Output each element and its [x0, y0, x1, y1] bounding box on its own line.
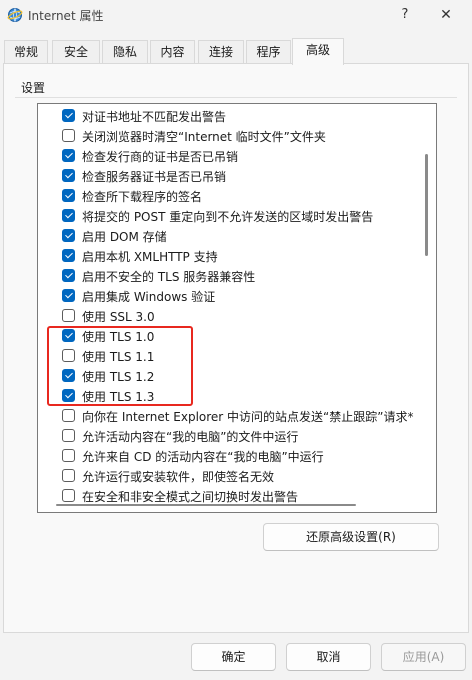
setting-label: 允许来自 CD 的活动内容在“我的电脑”中运行: [82, 450, 324, 464]
cancel-button[interactable]: 取消: [286, 643, 371, 671]
checkbox-checked[interactable]: [62, 289, 75, 302]
setting-row[interactable]: 使用 SSL 3.0: [38, 306, 422, 326]
tab-advanced[interactable]: 高级: [292, 38, 344, 65]
checkbox-checked[interactable]: [62, 189, 75, 202]
setting-label: 允许运行或安装软件，即使签名无效: [82, 470, 275, 484]
checkbox-checked[interactable]: [62, 169, 75, 182]
checkbox-checked[interactable]: [62, 149, 75, 162]
restore-advanced-settings-button[interactable]: 还原高级设置(R): [263, 523, 439, 551]
setting-row[interactable]: 启用 DOM 存储: [38, 226, 422, 246]
checkbox-unchecked[interactable]: [62, 309, 75, 322]
setting-label: 使用 SSL 3.0: [82, 310, 155, 324]
setting-label: 关闭浏览器时清空“Internet 临时文件”文件夹: [82, 130, 326, 144]
setting-row[interactable]: 允许来自 CD 的活动内容在“我的电脑”中运行: [38, 446, 422, 466]
horizontal-scrollbar[interactable]: [56, 504, 356, 506]
checkbox-unchecked[interactable]: [62, 449, 75, 462]
setting-row[interactable]: 启用集成 Windows 验证: [38, 286, 422, 306]
tab-privacy[interactable]: 隐私: [102, 40, 148, 63]
setting-label: 检查发行商的证书是否已吊销: [82, 150, 239, 164]
group-divider: [15, 97, 457, 98]
setting-row[interactable]: 检查发行商的证书是否已吊销: [38, 146, 422, 166]
tab-content[interactable]: 内容: [150, 40, 195, 63]
setting-label: 启用 DOM 存储: [82, 230, 167, 244]
setting-row[interactable]: 启用不安全的 TLS 服务器兼容性: [38, 266, 422, 286]
checkbox-checked[interactable]: [62, 269, 75, 282]
setting-label: 检查所下载程序的签名: [82, 190, 203, 204]
setting-row[interactable]: 向你在 Internet Explorer 中访问的站点发送“禁止跟踪”请求*: [38, 406, 422, 426]
checkbox-checked[interactable]: [62, 109, 75, 122]
setting-row[interactable]: 检查所下载程序的签名: [38, 186, 422, 206]
setting-row[interactable]: 将提交的 POST 重定向到不允许发送的区域时发出警告: [38, 206, 422, 226]
checkbox-unchecked[interactable]: [62, 429, 75, 442]
checkbox-unchecked[interactable]: [62, 129, 75, 142]
internet-globe-icon: [7, 8, 23, 22]
setting-label: 启用本机 XMLHTTP 支持: [82, 250, 218, 264]
tab-security[interactable]: 安全: [52, 40, 100, 63]
checkbox-unchecked[interactable]: [62, 469, 75, 482]
checkbox-checked[interactable]: [62, 209, 75, 222]
title-bar: Internet 属性 ? ✕: [0, 0, 472, 32]
settings-group-label: 设置: [21, 81, 46, 95]
close-button[interactable]: ✕: [433, 4, 459, 26]
tab-strip: 常规 安全 隐私 内容 连接 程序 高级: [0, 38, 472, 65]
vertical-scrollbar[interactable]: [425, 154, 428, 256]
window-title: Internet 属性: [28, 9, 104, 23]
setting-row[interactable]: 检查服务器证书是否已吊销: [38, 166, 422, 186]
help-button[interactable]: ?: [392, 4, 418, 26]
checkbox-unchecked[interactable]: [62, 409, 75, 422]
setting-row[interactable]: 对证书地址不匹配发出警告: [38, 106, 422, 126]
setting-label: 将提交的 POST 重定向到不允许发送的区域时发出警告: [82, 210, 374, 224]
setting-label: 启用集成 Windows 验证: [82, 290, 216, 304]
setting-row[interactable]: 关闭浏览器时清空“Internet 临时文件”文件夹: [38, 126, 422, 146]
tab-connections[interactable]: 连接: [198, 40, 244, 63]
setting-label: 在安全和非安全模式之间切换时发出警告: [82, 490, 299, 504]
setting-label: 允许活动内容在“我的电脑”的文件中运行: [82, 430, 299, 444]
setting-label: 对证书地址不匹配发出警告: [82, 110, 227, 124]
setting-label: 启用不安全的 TLS 服务器兼容性: [82, 270, 256, 284]
checkbox-unchecked[interactable]: [62, 489, 75, 502]
setting-label: 检查服务器证书是否已吊销: [82, 170, 227, 184]
setting-row[interactable]: 允许运行或安装软件，即使签名无效: [38, 466, 422, 486]
setting-row[interactable]: 允许活动内容在“我的电脑”的文件中运行: [38, 426, 422, 446]
tls-highlight-box: [47, 326, 193, 406]
ok-button[interactable]: 确定: [191, 643, 276, 671]
tab-general[interactable]: 常规: [4, 40, 48, 63]
apply-button[interactable]: 应用(A): [381, 643, 466, 671]
setting-row[interactable]: 在安全和非安全模式之间切换时发出警告: [38, 486, 422, 506]
tab-programs[interactable]: 程序: [246, 40, 291, 63]
settings-list-items: 对证书地址不匹配发出警告关闭浏览器时清空“Internet 临时文件”文件夹 检查…: [38, 106, 422, 506]
checkbox-checked[interactable]: [62, 229, 75, 242]
setting-label: 向你在 Internet Explorer 中访问的站点发送“禁止跟踪”请求*: [82, 410, 414, 424]
settings-list[interactable]: 对证书地址不匹配发出警告关闭浏览器时清空“Internet 临时文件”文件夹 检查…: [37, 103, 437, 513]
setting-row[interactable]: 启用本机 XMLHTTP 支持: [38, 246, 422, 266]
checkbox-checked[interactable]: [62, 249, 75, 262]
